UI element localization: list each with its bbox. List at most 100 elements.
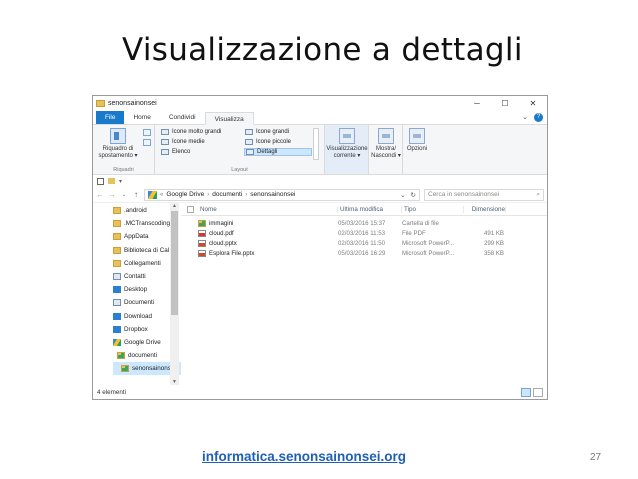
- nav-item-label: .android: [124, 207, 147, 215]
- google-drive-icon: [113, 338, 121, 346]
- properties-icon[interactable]: [97, 177, 104, 185]
- minimize-button[interactable]: ─: [463, 99, 491, 108]
- details-pane-icon[interactable]: [143, 139, 151, 146]
- file-type: Microsoft PowerP...: [402, 239, 455, 247]
- column-header-size[interactable]: Dimensione: [464, 205, 506, 213]
- column-header-date[interactable]: Ultima modifica: [338, 205, 402, 213]
- folder-icon: [113, 233, 121, 241]
- pane-toggles: [143, 129, 151, 146]
- layout-extra-large-icons[interactable]: Icone molto grandi: [160, 128, 242, 136]
- nav-item-label: documenti: [128, 352, 158, 360]
- column-header-type[interactable]: Tipo: [402, 205, 464, 213]
- tab-home[interactable]: Home: [124, 111, 159, 124]
- address-bar[interactable]: « Google Drive › documenti › senonsainon…: [144, 188, 420, 201]
- nav-item-label: Dropbox: [124, 325, 148, 333]
- new-folder-icon[interactable]: [108, 178, 115, 184]
- folder-icon: [113, 220, 121, 228]
- layout-scrollbar[interactable]: [313, 128, 319, 160]
- powerpoint-file-icon: [198, 249, 206, 257]
- nav-item-label: AppData: [124, 233, 149, 241]
- breadcrumb-separator-icon: ›: [207, 191, 210, 198]
- document-folder-icon: [113, 299, 121, 307]
- current-view-button[interactable]: Visualizzazione corrente ▾: [326, 128, 368, 160]
- options-button[interactable]: Opzioni: [404, 128, 430, 153]
- help-icon[interactable]: ?: [534, 113, 543, 122]
- navigation-pane-icon: [110, 128, 126, 144]
- layout-large-icons[interactable]: Icone grandi: [244, 128, 312, 136]
- footer-link[interactable]: informatica.senonsainonsei.org: [202, 449, 406, 464]
- folder-icon: [113, 246, 121, 254]
- item-count: 4 elementi: [97, 389, 127, 396]
- file-name: cloud.pptx: [209, 239, 237, 247]
- breadcrumb-documenti[interactable]: documenti: [212, 191, 242, 198]
- refresh-icon[interactable]: ↻: [411, 191, 416, 199]
- group-riquadri: Riquadro di spostamento ▾ Riquadri: [93, 125, 155, 174]
- ribbon-expand-icon[interactable]: ⌄: [518, 111, 532, 124]
- nav-item-label: .MCTranscoding: [124, 220, 170, 228]
- layout-details[interactable]: Dettagli: [244, 148, 312, 156]
- file-row[interactable]: cloud.pdf 02/03/2016 11:53 File PDF 491 KB: [181, 228, 547, 238]
- group-layout: Icone molto grandi Icone grandi Icone me…: [155, 125, 325, 174]
- column-header-name[interactable]: Nome: [198, 205, 338, 213]
- tab-condividi[interactable]: Condividi: [160, 111, 205, 124]
- page-number: 27: [590, 452, 602, 463]
- details-view-icon[interactable]: [521, 388, 531, 397]
- group-label-riquadri: Riquadri: [113, 167, 134, 173]
- file-list-header: Nome Ultima modifica Tipo Dimensione: [181, 203, 547, 216]
- special-folder-icon: [113, 325, 121, 333]
- address-dropdown-icon[interactable]: ⌄: [400, 191, 405, 199]
- scroll-up-icon[interactable]: ▲: [170, 203, 179, 209]
- scroll-thumb[interactable]: [171, 211, 178, 315]
- breadcrumb-separator-icon: ›: [245, 191, 248, 198]
- file-row[interactable]: Esplora File.pptx 05/03/2016 16:29 Microso…: [181, 248, 547, 258]
- layout-medium-icons[interactable]: Icone medie: [160, 138, 242, 146]
- file-type: Microsoft PowerP...: [402, 249, 455, 257]
- tab-file[interactable]: File: [96, 111, 125, 124]
- file-row[interactable]: immagini 05/03/2016 15:37 Cartella di file: [181, 218, 547, 228]
- options-icon: [409, 128, 425, 144]
- customize-toolbar-icon[interactable]: ▾: [119, 178, 122, 185]
- folder-icon: [96, 100, 105, 107]
- ribbon-visualizza: Riquadro di spostamento ▾ Riquadri Icone…: [93, 125, 547, 175]
- file-size: 491 KB: [484, 229, 504, 237]
- breadcrumb-google-drive[interactable]: Google Drive: [166, 191, 204, 198]
- layout-list[interactable]: Elenco: [160, 148, 242, 156]
- file-size: 299 KB: [484, 239, 504, 247]
- navigation-pane-button[interactable]: Riquadro di spostamento ▾: [95, 128, 141, 160]
- close-button[interactable]: ✕: [519, 99, 547, 108]
- special-folder-icon: [113, 312, 121, 320]
- file-size: 358 KB: [484, 249, 504, 257]
- special-folder-icon: [113, 286, 121, 294]
- large-icons-view-icon[interactable]: [533, 388, 543, 397]
- nav-item-label: Download: [124, 312, 153, 320]
- recent-locations-icon[interactable]: ⌄: [120, 192, 128, 198]
- file-date: 02/03/2016 11:50: [338, 239, 385, 247]
- back-icon[interactable]: ←: [96, 190, 104, 199]
- powerpoint-file-icon: [198, 239, 206, 247]
- content-area: .android .MCTranscoding AppData Biblioteca …: [93, 202, 547, 385]
- file-date: 02/03/2016 11:53: [338, 229, 385, 237]
- tab-visualizza[interactable]: Visualizza: [204, 112, 254, 125]
- search-icon: ⌕: [536, 190, 540, 198]
- breadcrumb-senonsainonsei[interactable]: senonsainonsei: [250, 191, 295, 198]
- navigation-pane-scrollbar[interactable]: ▲ ▼: [170, 203, 179, 385]
- up-icon[interactable]: ↑: [132, 190, 140, 199]
- file-date: 05/03/2016 16:29: [338, 249, 386, 257]
- forward-icon[interactable]: →: [108, 190, 116, 199]
- current-view-icon: [339, 128, 355, 144]
- file-date: 05/03/2016 15:37: [338, 219, 386, 227]
- address-row: ← → ⌄ ↑ « Google Drive › documenti › sen…: [93, 187, 547, 202]
- window-title: senonsainonsei: [108, 100, 157, 107]
- scroll-down-icon[interactable]: ▼: [170, 379, 179, 385]
- details-icon: [246, 149, 254, 155]
- select-all-checkbox[interactable]: [187, 205, 194, 213]
- show-hide-button[interactable]: Mostra/ Nascondi ▾: [370, 128, 402, 160]
- layout-small-icons[interactable]: Icone piccole: [244, 138, 312, 146]
- file-type: File PDF: [402, 229, 426, 237]
- maximize-button[interactable]: ☐: [491, 99, 519, 108]
- preview-pane-icon[interactable]: [143, 129, 151, 136]
- file-row[interactable]: cloud.pptx 02/03/2016 11:50 Microsoft Powe…: [181, 238, 547, 248]
- search-input[interactable]: Cerca in senonsainonsei ⌕: [424, 188, 544, 201]
- navigation-pane: .android .MCTranscoding AppData Biblioteca …: [93, 203, 181, 385]
- folder-icon: [198, 219, 206, 227]
